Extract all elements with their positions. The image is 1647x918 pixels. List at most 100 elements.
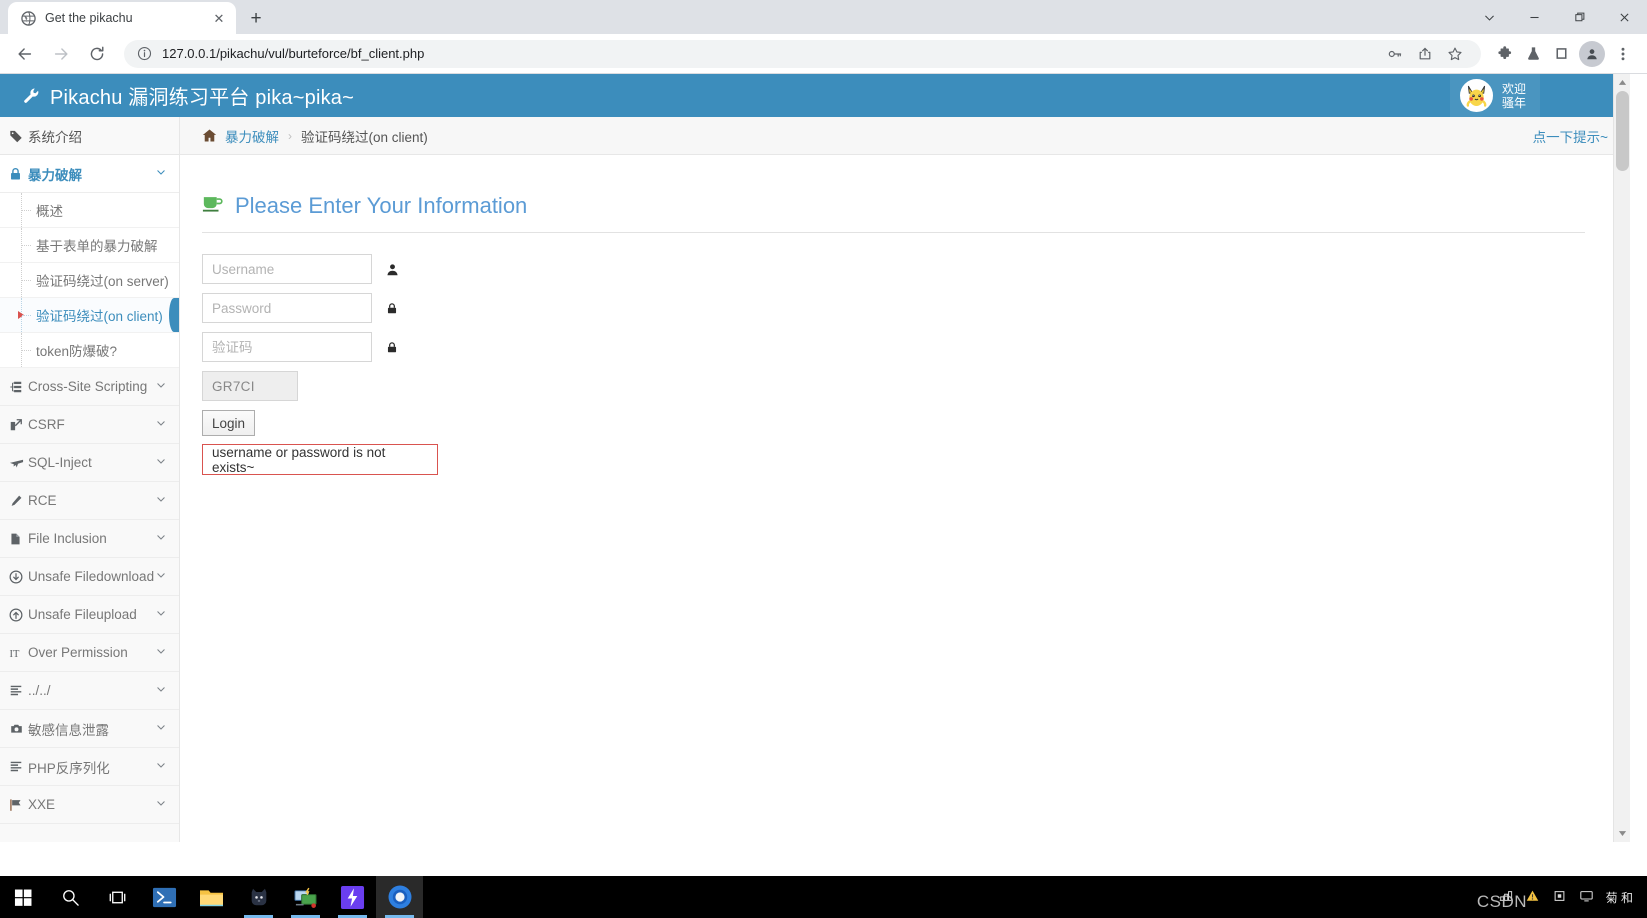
sidebar-item-intro-label: 系统介绍 bbox=[28, 129, 82, 145]
scroll-down-arrow-icon[interactable] bbox=[1614, 825, 1631, 842]
sidebar-subitem-overview[interactable]: 概述 bbox=[0, 193, 179, 228]
scrollbar-thumb[interactable] bbox=[1616, 91, 1629, 171]
current-marker-icon bbox=[18, 311, 24, 319]
maximize-button[interactable] bbox=[1557, 0, 1602, 34]
warning-icon[interactable] bbox=[1525, 889, 1540, 906]
sidebar-group-file-inclusion-label: File Inclusion bbox=[28, 531, 107, 546]
site-info-icon[interactable] bbox=[136, 46, 152, 62]
username-input[interactable] bbox=[202, 254, 372, 284]
pikachu-avatar bbox=[1459, 79, 1493, 112]
taskbar-start-button[interactable] bbox=[0, 876, 47, 918]
back-arrow-icon[interactable] bbox=[10, 39, 40, 69]
sidebar-group-rce[interactable]: RCE bbox=[0, 482, 179, 520]
sidebar-group-xxe[interactable]: XXE bbox=[0, 786, 179, 824]
sidebar-group-php-deserialize[interactable]: PHP反序列化 bbox=[0, 748, 179, 786]
captcha-code-display[interactable]: GR7CI bbox=[202, 371, 298, 401]
toolbar-extension-icons bbox=[1491, 40, 1637, 68]
svg-text:IT: IT bbox=[10, 648, 20, 659]
sidebar-subitem-label: 验证码绕过(on client) bbox=[36, 309, 163, 324]
sidebar-group-csrf[interactable]: CSRF bbox=[0, 406, 179, 444]
close-window-button[interactable] bbox=[1602, 0, 1647, 34]
welcome-line-1: 欢迎 bbox=[1501, 81, 1526, 96]
page-viewport: Pikachu 漏洞练习平台 pika~pika~ 欢迎 骚年 系统介绍 暴力破… bbox=[0, 74, 1647, 842]
text-height-icon: IT bbox=[9, 646, 28, 660]
taskbar-chrome-icon[interactable] bbox=[376, 876, 423, 918]
sidebar-subitem-captcha-client[interactable]: 验证码绕过(on client) bbox=[0, 298, 179, 333]
taskbar-remote-desktop-icon[interactable] bbox=[282, 876, 329, 918]
sidebar-group-path-traversal-label: ../../ bbox=[28, 683, 51, 698]
taskbar-search-icon[interactable] bbox=[47, 876, 94, 918]
sidebar-submenu-burteforce: 概述 基于表单的暴力破解 验证码绕过(on server) 验证码绕过(on c… bbox=[0, 193, 179, 368]
sidebar-group-path-traversal[interactable]: ../../ bbox=[0, 672, 179, 710]
taskbar-lightning-app-icon[interactable] bbox=[329, 876, 376, 918]
sidebar-group-burteforce[interactable]: 暴力破解 bbox=[0, 155, 179, 193]
hint-link[interactable]: 点一下提示~ bbox=[1533, 126, 1608, 146]
taskbar-file-explorer-icon[interactable] bbox=[188, 876, 235, 918]
taskbar-task-view-icon[interactable] bbox=[94, 876, 141, 918]
taskbar-powershell-icon[interactable] bbox=[141, 876, 188, 918]
forward-arrow-icon bbox=[46, 39, 76, 69]
password-input[interactable] bbox=[202, 293, 372, 323]
sidebar-group-over-permission[interactable]: IT Over Permission bbox=[0, 634, 179, 672]
sidebar-subitem-form-burteforce[interactable]: 基于表单的暴力破解 bbox=[0, 228, 179, 263]
address-bar[interactable]: 127.0.0.1/pikachu/vul/burteforce/bf_clie… bbox=[124, 39, 1481, 68]
sidebar-group-unsafe-filedownload[interactable]: Unsafe Filedownload bbox=[0, 558, 179, 596]
sitemap-icon bbox=[9, 380, 28, 394]
taskbar-cat-terminal-icon[interactable] bbox=[235, 876, 282, 918]
page-scrollbar[interactable] bbox=[1613, 74, 1630, 842]
chevron-down-icon bbox=[155, 493, 167, 508]
sidebar-group-info-leak-label: 敏感信息泄露 bbox=[28, 722, 109, 738]
minimize-button[interactable] bbox=[1512, 0, 1557, 34]
split-screen-icon[interactable] bbox=[1547, 40, 1575, 68]
sidebar-group-over-permission-label: Over Permission bbox=[28, 645, 128, 660]
usb-icon[interactable] bbox=[1552, 889, 1567, 906]
sidebar-group-rce-label: RCE bbox=[28, 493, 57, 508]
password-row bbox=[202, 293, 1600, 323]
profile-avatar-icon[interactable] bbox=[1579, 40, 1605, 67]
sidebar-group-sql-inject[interactable]: SQL-Inject bbox=[0, 444, 179, 482]
chevron-down-icon bbox=[155, 531, 167, 546]
new-tab-button[interactable]: + bbox=[242, 4, 270, 32]
sidebar-subitem-label: 验证码绕过(on server) bbox=[36, 274, 169, 289]
sidebar-group-xss[interactable]: Cross-Site Scripting bbox=[0, 368, 179, 406]
plane-icon bbox=[9, 455, 28, 470]
password-key-icon[interactable] bbox=[1381, 40, 1409, 68]
bookmark-star-icon[interactable] bbox=[1441, 40, 1469, 68]
sidebar-item-intro[interactable]: 系统介绍 bbox=[0, 117, 179, 155]
extensions-puzzle-icon[interactable] bbox=[1491, 40, 1519, 68]
experiments-flask-icon[interactable] bbox=[1519, 40, 1547, 68]
breadcrumb-separator: › bbox=[288, 128, 292, 143]
sidebar-subitem-label: 概述 bbox=[36, 204, 63, 219]
network-icon[interactable] bbox=[1498, 889, 1513, 906]
tray-text: 菊 和 bbox=[1605, 890, 1633, 905]
breadcrumb-parent-link[interactable]: 暴力破解 bbox=[225, 126, 279, 146]
sidebar-group-php-deserialize-label: PHP反序列化 bbox=[28, 760, 110, 776]
user-welcome-area[interactable]: 欢迎 骚年 bbox=[1449, 74, 1540, 117]
home-icon[interactable] bbox=[202, 128, 217, 143]
sidebar-group-info-leak[interactable]: 敏感信息泄露 bbox=[0, 710, 179, 748]
sidebar-subitem-token[interactable]: token防爆破? bbox=[0, 333, 179, 368]
brand-text: Pikachu 漏洞练习平台 pika~pika~ bbox=[50, 87, 355, 109]
login-button[interactable]: Login bbox=[202, 410, 256, 436]
tab-close-icon[interactable]: ✕ bbox=[210, 9, 228, 27]
lock-icon bbox=[9, 167, 28, 181]
chevron-down-icon bbox=[155, 759, 167, 774]
windows-taskbar: 菊 和 CSDN bbox=[0, 876, 1647, 918]
error-message: username or password is not exists~ bbox=[202, 444, 438, 475]
user-icon bbox=[386, 263, 399, 276]
tab-search-chevron-icon[interactable] bbox=[1467, 0, 1512, 34]
chevron-down-icon bbox=[155, 721, 167, 736]
sidebar-subitem-captcha-server[interactable]: 验证码绕过(on server) bbox=[0, 263, 179, 298]
scroll-up-arrow-icon[interactable] bbox=[1614, 74, 1630, 91]
share-icon[interactable] bbox=[1411, 40, 1439, 68]
reload-icon[interactable] bbox=[82, 39, 112, 69]
browser-toolbar: 127.0.0.1/pikachu/vul/burteforce/bf_clie… bbox=[0, 34, 1647, 74]
screen-icon[interactable] bbox=[1579, 889, 1594, 906]
sidebar-group-file-inclusion[interactable]: File Inclusion bbox=[0, 520, 179, 558]
panel-title: Please Enter Your Information bbox=[202, 193, 1585, 233]
three-dot-menu-icon[interactable] bbox=[1609, 40, 1637, 68]
browser-tab[interactable]: Get the pikachu ✕ bbox=[8, 2, 236, 34]
sidebar-group-unsafe-fileupload[interactable]: Unsafe Fileupload bbox=[0, 596, 179, 634]
captcha-row bbox=[202, 332, 1600, 362]
captcha-input[interactable] bbox=[202, 332, 372, 362]
